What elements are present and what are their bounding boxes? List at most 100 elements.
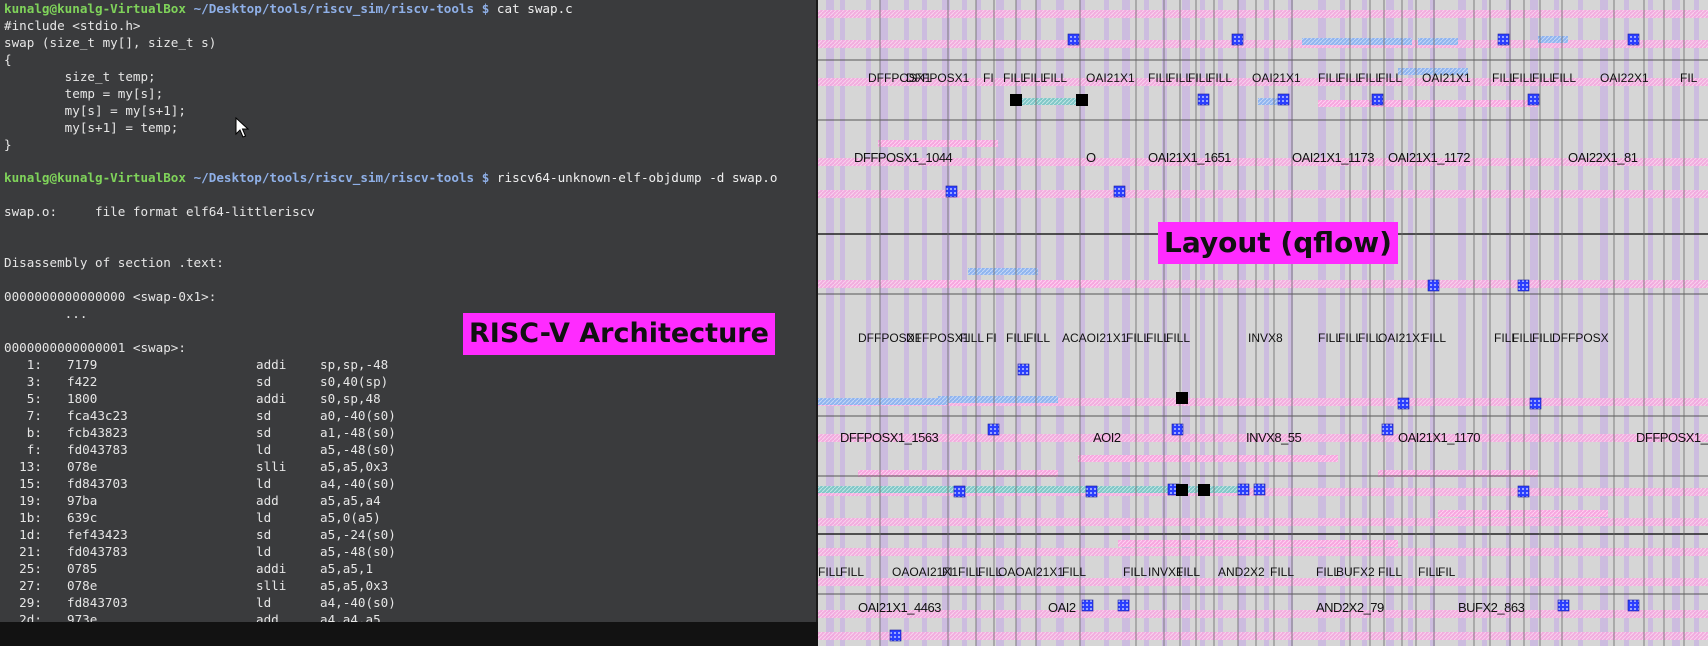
cell-label: OAOAI21X1 <box>998 565 1065 579</box>
layout-viewer[interactable]: DFFPOSX1 DFFPOSX1 FI FILL FILL FILL OAI21X1 FIL… <box>818 0 1708 646</box>
cell-label: OAI21X1_1173 <box>1292 150 1374 165</box>
instr-args: a5,a5,a4 <box>320 493 381 508</box>
contact <box>1176 484 1188 496</box>
instr-op: sd <box>256 527 272 542</box>
wire-segment <box>918 280 1098 287</box>
symbol-label: 0000000000000001 <swap>: <box>4 340 186 355</box>
via <box>1517 485 1530 498</box>
via <box>1171 423 1184 436</box>
instr-args: a5,a5,1 <box>320 561 374 576</box>
cell-label: FI <box>986 331 997 345</box>
instr-op: sd <box>256 374 272 389</box>
instr-args: a5,0(a5) <box>320 510 381 525</box>
instr-hex: fca43c23 <box>67 408 128 423</box>
cell-label: OAI2 <box>1048 600 1076 615</box>
cell-label: FILL <box>1166 331 1191 345</box>
instr-hex: 078e <box>67 578 98 593</box>
instr-addr: 1d: <box>4 527 42 542</box>
cell-label: FILL <box>840 565 865 579</box>
instr-hex: fd843703 <box>67 595 128 610</box>
instr-op: slli <box>256 459 287 474</box>
source-line: my[s+1] = temp; <box>4 120 179 135</box>
power-rail <box>818 10 1708 18</box>
via <box>1381 423 1394 436</box>
cell-label: DFFPOSX1_1563 <box>840 430 939 445</box>
cell-label: DFFPOSX1_ <box>1636 430 1708 445</box>
cell-label: OAI21X1_1651 <box>1148 150 1231 165</box>
instr-addr: 2d: <box>4 612 42 622</box>
contact <box>1198 484 1210 496</box>
instr-op: addi <box>256 357 287 372</box>
via <box>945 185 958 198</box>
prompt-path: ~/Desktop/tools/riscv_sim/riscv-tools <box>193 1 475 16</box>
via <box>1017 363 1030 376</box>
power-rail <box>818 632 1708 640</box>
cell-label: OAI21X1 <box>1422 71 1471 85</box>
cell-label: OAI21X1_4463 <box>858 600 941 615</box>
prompt-line-2: kunalg@kunalg-VirtualBox ~/Desktop/tools… <box>4 169 777 186</box>
via <box>1627 33 1640 46</box>
wire-segment <box>1538 36 1568 43</box>
ellipsis-line: ... <box>4 306 88 321</box>
instr-addr: 21: <box>4 544 42 559</box>
cell-label: FILL <box>1123 565 1148 579</box>
via <box>1117 599 1130 612</box>
instr-op: sd <box>256 408 272 423</box>
cell-label: FILL <box>1552 71 1577 85</box>
instr-args: a5,-48(s0) <box>320 442 396 457</box>
instr-hex: 973e <box>67 612 98 622</box>
source-line: swap (size_t my[], size_t s) <box>4 35 217 50</box>
instr-addr: 1b: <box>4 510 42 525</box>
cell-label: FILL <box>1270 565 1295 579</box>
via <box>889 629 902 642</box>
cell-label: INVX8_55 <box>1246 430 1302 445</box>
instr-addr: 5: <box>4 391 42 406</box>
source-line: #include <stdio.h> <box>4 18 141 33</box>
prompt-user: kunalg@kunalg-VirtualBox <box>4 1 186 16</box>
wire-segment <box>1438 510 1608 517</box>
instr-args: a5,a5,0x3 <box>320 578 389 593</box>
layout-canvas[interactable] <box>818 0 1708 646</box>
wire-segment <box>938 396 1058 403</box>
section-header: Disassembly of section .text: <box>4 255 224 270</box>
instr-op: sd <box>256 425 272 440</box>
via <box>1557 599 1570 612</box>
wire-segment <box>878 140 998 147</box>
instr-args: a0,-40(s0) <box>320 408 396 423</box>
instr-op: add <box>256 612 279 622</box>
instr-op: addi <box>256 561 287 576</box>
via <box>1497 33 1510 46</box>
instr-addr: 15: <box>4 476 42 491</box>
instr-args: a5,a5,0x3 <box>320 459 389 474</box>
cell-label: INVX8 <box>1248 331 1283 345</box>
instr-op: ld <box>256 476 272 491</box>
power-rail <box>818 610 1708 618</box>
power-rail <box>818 578 1708 586</box>
instr-addr: 7: <box>4 408 42 423</box>
via <box>1627 599 1640 612</box>
wire-segment <box>1118 540 1398 547</box>
cell-label: BUFX2_863 <box>1458 600 1525 615</box>
contact <box>1076 94 1088 106</box>
via <box>953 485 966 498</box>
wire-segment <box>1302 38 1412 45</box>
wire-segment <box>968 268 1038 275</box>
via <box>1397 397 1410 410</box>
symbol-label: 0000000000000000 <swap-0x1>: <box>4 289 217 304</box>
cell-label: DFFPOSX1_1044 <box>854 150 953 165</box>
instr-args: a5,-24(s0) <box>320 527 396 542</box>
instr-hex: 639c <box>67 510 98 525</box>
mouse-pointer-icon <box>235 116 251 139</box>
prompt-symbol: $ <box>481 170 490 185</box>
via <box>1231 33 1244 46</box>
instr-addr: 1: <box>4 357 42 372</box>
instr-op: ld <box>256 442 272 457</box>
instr-addr: b: <box>4 425 42 440</box>
cell-label: FILL <box>1062 565 1087 579</box>
instr-addr: 29: <box>4 595 42 610</box>
wire-segment <box>818 398 948 405</box>
terminal-window[interactable]: kunalg@kunalg-VirtualBox ~/Desktop/tools… <box>0 0 818 622</box>
cell-label: OAI21X1_1170 <box>1398 430 1480 445</box>
file-format-line: swap.o: file format elf64-littleriscv <box>4 204 315 219</box>
via <box>1085 485 1098 498</box>
